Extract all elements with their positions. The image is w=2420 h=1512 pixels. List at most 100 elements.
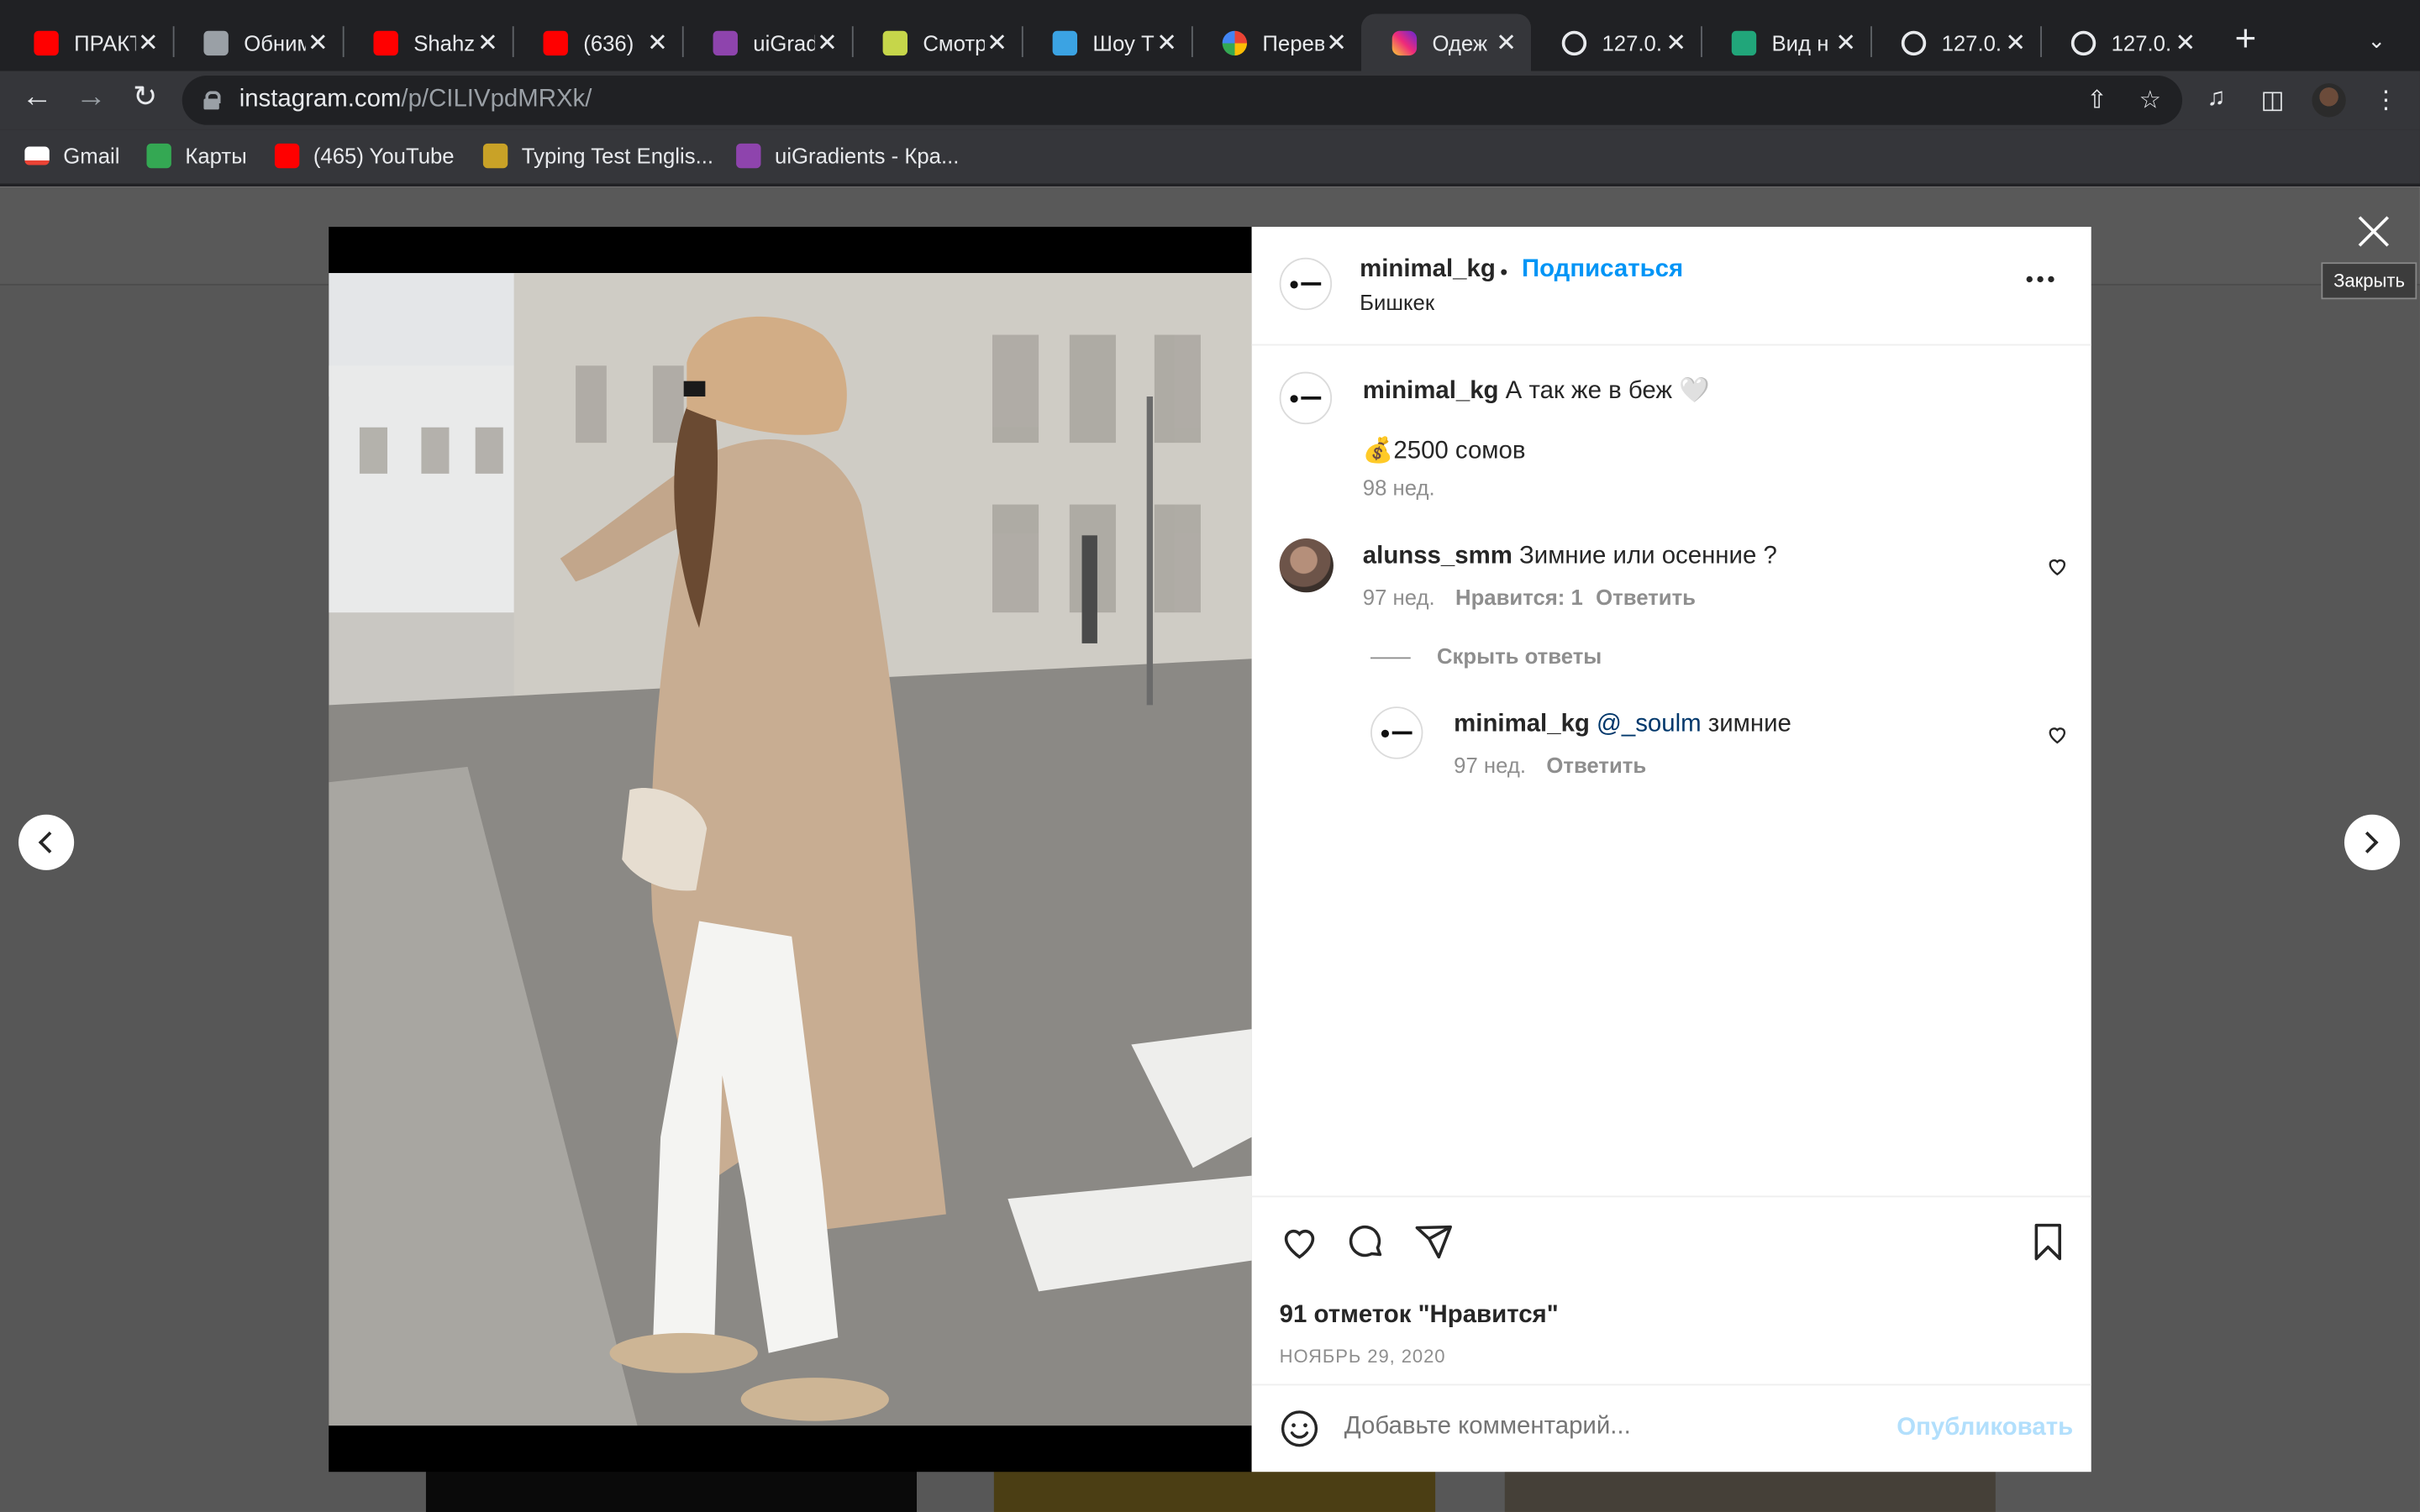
- publish-button[interactable]: Опубликовать: [1897, 1415, 2073, 1442]
- bookmark-item[interactable]: Typing Test Englis...: [482, 143, 713, 169]
- hide-replies-button[interactable]: Скрыть ответы: [1437, 643, 1602, 668]
- tab-title: 127.0.: [2111, 29, 2172, 55]
- reply-button[interactable]: Ответить: [1596, 585, 1696, 609]
- share-post-icon[interactable]: [1413, 1222, 1454, 1263]
- back-icon[interactable]: ←: [17, 81, 57, 116]
- tab-title: Вид н: [1771, 29, 1829, 55]
- reply-mention[interactable]: @_soulm: [1597, 711, 1702, 738]
- chrome-menu-icon[interactable]: ⋮: [2374, 85, 2398, 116]
- comment-icon[interactable]: [1346, 1222, 1386, 1263]
- comment-time[interactable]: 97 нед.: [1363, 585, 1435, 609]
- browser-tab[interactable]: Обним ✕: [173, 14, 343, 71]
- tab-close-icon[interactable]: ✕: [2003, 27, 2028, 58]
- browser-tab[interactable]: Вид н ✕: [1701, 14, 1870, 71]
- url-text[interactable]: instagram.com/p/CILIVpdMRXk/: [239, 87, 592, 114]
- lock-icon[interactable]: [203, 91, 221, 110]
- tab-close-icon[interactable]: ✕: [985, 27, 1009, 58]
- bookmark-label: Gmail: [63, 143, 120, 169]
- separator-dot: •: [1500, 259, 1508, 284]
- tab-close-icon[interactable]: ✕: [306, 27, 330, 58]
- tab-search-icon[interactable]: ⌄: [2367, 28, 2386, 54]
- browser-tab[interactable]: ПРАКТ✕: [3, 14, 173, 71]
- tab-close-icon[interactable]: ✕: [1324, 27, 1349, 58]
- tab-close-icon[interactable]: ✕: [1664, 27, 1688, 58]
- browser-tab[interactable]: 127.0. ✕: [1531, 14, 1701, 71]
- previous-post-button[interactable]: [18, 814, 75, 870]
- browser-tab[interactable]: Одеж ✕: [1360, 13, 1532, 71]
- bookmark-item[interactable]: (465) YouTube: [274, 143, 455, 169]
- site-icon: [1052, 29, 1078, 55]
- new-tab-button[interactable]: +: [2235, 21, 2257, 59]
- browser-tab[interactable]: uiGrad ✕: [682, 14, 852, 71]
- next-post-button[interactable]: [2344, 814, 2401, 870]
- profile-avatar[interactable]: [2312, 83, 2346, 118]
- chevron-right-icon: [2356, 831, 2379, 853]
- caption-time[interactable]: 98 нед.: [1363, 475, 1435, 500]
- reply: minimal_kg @_soulm зимние: [1454, 711, 1791, 739]
- close-icon[interactable]: [2355, 213, 2392, 249]
- comment-likes[interactable]: Нравится: 1: [1455, 585, 1583, 609]
- reply-username[interactable]: minimal_kg: [1454, 711, 1590, 738]
- reload-icon[interactable]: ↻: [125, 81, 166, 116]
- reply-time[interactable]: 97 нед.: [1454, 753, 1526, 777]
- browser-tab[interactable]: Шоу Т ✕: [1022, 14, 1192, 71]
- close-tooltip: Закрыть: [2321, 262, 2417, 300]
- media-control-icon[interactable]: ♫: [2207, 85, 2225, 113]
- caption-avatar[interactable]: [1279, 371, 1333, 425]
- comment-input[interactable]: [1344, 1413, 1870, 1441]
- browser-tab[interactable]: 127.0. ✕: [2040, 14, 2210, 71]
- browser-tab[interactable]: (636) ✕: [513, 14, 682, 71]
- emoji-icon[interactable]: [1280, 1409, 1320, 1449]
- caption-username[interactable]: minimal_kg: [1363, 378, 1499, 404]
- minimal-logo-icon: [1291, 280, 1321, 288]
- follow-button[interactable]: Подписаться: [1522, 256, 1683, 284]
- author-avatar[interactable]: [1279, 257, 1333, 311]
- tab-title: 127.0.: [1602, 29, 1663, 55]
- post-date[interactable]: НОЯБРЬ 29, 2020: [1280, 1346, 1446, 1368]
- browser-tab[interactable]: Перев ✕: [1192, 14, 1361, 71]
- forward-icon[interactable]: →: [71, 81, 111, 116]
- bookmark-item[interactable]: uiGradients - Кра...: [736, 143, 959, 169]
- site-icon: [1731, 29, 1757, 55]
- author-username[interactable]: minimal_kg: [1360, 256, 1496, 284]
- browser-tab[interactable]: 127.0. ✕: [1870, 14, 2040, 71]
- url-host: instagram.com: [239, 86, 402, 113]
- minimal-logo-icon: [1381, 728, 1412, 738]
- like-comment-icon[interactable]: [2046, 555, 2068, 577]
- commenter-avatar[interactable]: [1279, 538, 1334, 593]
- tab-close-icon[interactable]: ✕: [476, 27, 500, 58]
- likes-count[interactable]: 91 отметок "Нравится": [1280, 1302, 1559, 1330]
- maps-icon: [146, 143, 171, 169]
- browser-tab[interactable]: Смотр ✕: [852, 14, 1022, 71]
- youtube-icon: [373, 29, 398, 55]
- browser-tab[interactable]: Shahz ✕: [343, 14, 513, 71]
- address-bar[interactable]: instagram.com/p/CILIVpdMRXk/ ⇧ ☆: [182, 75, 2183, 125]
- more-options-icon[interactable]: [2026, 276, 2054, 283]
- tab-title: Одеж: [1432, 29, 1488, 55]
- post-location[interactable]: Бишкек: [1360, 290, 1434, 314]
- youtube-icon: [34, 29, 59, 55]
- side-panel-icon[interactable]: ◫: [2261, 85, 2285, 116]
- caption-text: А так же в беж 🤍: [1505, 377, 1710, 405]
- tab-close-icon[interactable]: ✕: [815, 27, 839, 58]
- like-reply-icon[interactable]: [2046, 723, 2068, 745]
- bookmark-item[interactable]: Карты: [146, 143, 247, 169]
- tab-close-icon[interactable]: ✕: [1833, 27, 1858, 58]
- save-icon[interactable]: [2028, 1222, 2068, 1263]
- heart-icon[interactable]: [1280, 1222, 1320, 1263]
- tab-close-icon[interactable]: ✕: [1155, 27, 1179, 58]
- bookmark-star-icon[interactable]: ☆: [2139, 85, 2161, 116]
- uigradients-icon: [736, 143, 761, 169]
- share-icon[interactable]: ⇧: [2086, 85, 2107, 116]
- tab-close-icon[interactable]: ✕: [1494, 27, 1518, 58]
- post-photo[interactable]: [329, 226, 1252, 1473]
- bookmark-item[interactable]: Gmail: [24, 144, 119, 168]
- reply-avatar[interactable]: [1370, 706, 1423, 759]
- comment-username[interactable]: alunss_smm: [1363, 543, 1512, 570]
- post-header: minimal_kg • Подписаться Бишкек: [1251, 227, 2091, 346]
- tab-close-icon[interactable]: ✕: [136, 27, 160, 58]
- tab-close-icon[interactable]: ✕: [2173, 27, 2197, 58]
- youtube-icon: [274, 143, 300, 169]
- tab-close-icon[interactable]: ✕: [645, 27, 670, 58]
- reply-reply-button[interactable]: Ответить: [1546, 753, 1646, 777]
